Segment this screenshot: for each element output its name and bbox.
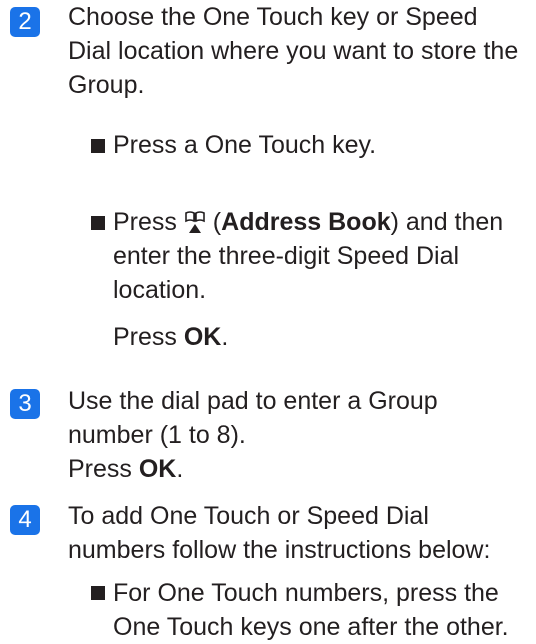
step-4-text: To add One Touch or Speed Dial numbers f…: [68, 499, 528, 567]
step-2-bullet-2-line-3: location.: [113, 276, 207, 304]
step-4-bullet-1-line-1: For One Touch numbers, press the: [113, 579, 499, 607]
step-3-text: Use the dial pad to enter a Group number…: [68, 384, 528, 486]
step-3-press-ok: Press OK.: [68, 452, 528, 486]
and-then-text: ) and then: [390, 208, 504, 236]
step-4-line-2: numbers follow the instructions below:: [68, 536, 491, 564]
ok-key-label: OK: [183, 323, 222, 351]
step-number-4: 4: [10, 505, 40, 535]
ok-key-label: OK: [138, 455, 177, 483]
step-4-bullet-1: For One Touch numbers, press the One Tou…: [113, 576, 533, 644]
address-book-label: Address Book: [221, 208, 391, 236]
step-3-line-2: number (1 to 8).: [68, 421, 246, 449]
step-4-line-1: To add One Touch or Speed Dial: [68, 502, 429, 530]
address-book-icon: [184, 208, 206, 236]
step-2-line-3: Group.: [68, 71, 145, 99]
step-2-line-1: Choose the One Touch key or Speed: [68, 3, 478, 31]
step-2-text: Choose the One Touch key or Speed Dial l…: [68, 0, 528, 102]
paren-open: (: [205, 208, 222, 236]
step-2-bullet-2-line-2: enter the three-digit Speed Dial: [113, 242, 460, 270]
step-2-press-ok: Press OK.: [113, 320, 228, 354]
step-2-bullet-2-line-1: Press (Address Book) and then: [113, 205, 533, 239]
step-4-bullet-1-line-2: One Touch keys one after the other.: [113, 613, 509, 641]
bullet-square: [91, 586, 105, 600]
bullet-square: [91, 139, 105, 153]
bullet-square: [91, 216, 105, 230]
step-2-bullet-2: Press (Address Book) and then enter the …: [113, 205, 533, 307]
press-text: Press: [113, 323, 184, 351]
period: .: [176, 455, 184, 483]
period: .: [221, 323, 229, 351]
step-number-2: 2: [10, 7, 40, 37]
press-text: Press: [113, 208, 184, 236]
press-text: Press: [68, 455, 139, 483]
step-2-line-2: Dial location where you want to store th…: [68, 37, 519, 65]
step-2-bullet-1: Press a One Touch key.: [113, 131, 377, 159]
step-3-line-1: Use the dial pad to enter a Group: [68, 387, 438, 415]
step-number-3: 3: [10, 389, 40, 419]
